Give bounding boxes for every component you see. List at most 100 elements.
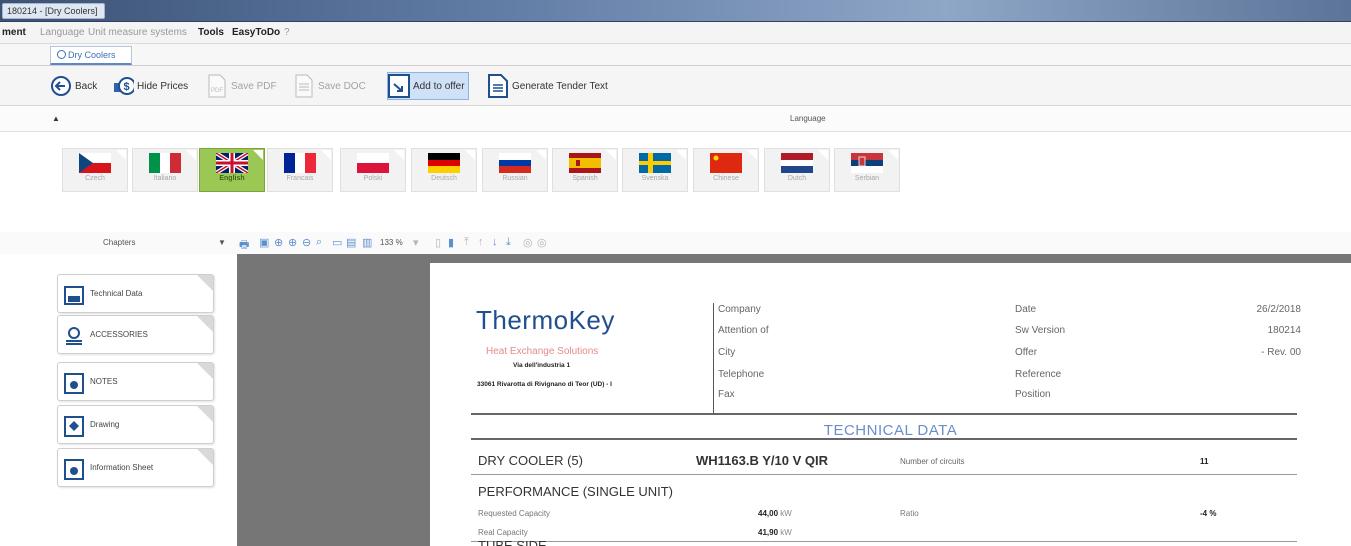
- corner-fold: [394, 150, 404, 160]
- menu-item-tools[interactable]: Tools: [198, 27, 224, 38]
- dry-cooler-model: WH1163.B Y/10 V QIR: [696, 453, 828, 468]
- field-sw-version-value: 180214: [1267, 325, 1301, 336]
- tab-dry-coolers[interactable]: Dry Coolers: [50, 46, 132, 65]
- single-page-icon[interactable]: ▯: [435, 236, 441, 249]
- menu-item-help[interactable]: ?: [284, 27, 290, 38]
- zoom-in-icon[interactable]: ⊕: [288, 236, 297, 249]
- flag-label: Russian: [502, 175, 528, 182]
- flag-button-svenska[interactable]: Svenska: [622, 148, 688, 192]
- back-button[interactable]: Back: [50, 72, 97, 100]
- spain-flag-icon: [569, 153, 601, 173]
- chapter-accessories[interactable]: ACCESSORIES: [57, 315, 214, 354]
- netherlands-flag-icon: [781, 153, 813, 173]
- menu-item-language[interactable]: Language: [40, 27, 85, 38]
- page-width-icon[interactable]: ▭: [332, 236, 342, 249]
- chapters-dropdown-icon[interactable]: ▼: [218, 238, 226, 247]
- doc-file-icon: [293, 73, 315, 99]
- back-history-icon[interactable]: ◎: [523, 236, 533, 249]
- corner-fold: [116, 150, 126, 160]
- chapter-label: Information Sheet: [90, 463, 154, 472]
- china-flag-icon: [710, 153, 742, 173]
- flag-button-chinese[interactable]: Chinese: [693, 148, 759, 192]
- field-company: Company: [718, 304, 761, 315]
- document-viewer[interactable]: ThermoKey Heat Exchange Solutions Via de…: [237, 254, 1351, 546]
- generate-tender-text-button[interactable]: Generate Tender Text: [487, 72, 608, 100]
- chapter-label: ACCESSORIES: [90, 330, 148, 339]
- corner-fold: [676, 150, 686, 160]
- page-fold: [197, 363, 213, 379]
- information-sheet-icon: [64, 458, 84, 480]
- menu-item-unit-measure-systems[interactable]: Unit measure systems: [88, 27, 187, 38]
- print-icon[interactable]: 🖶: [239, 236, 249, 255]
- next-page-icon[interactable]: ↓: [492, 236, 498, 248]
- uk-flag-icon: [216, 153, 248, 173]
- flag-button-english[interactable]: English: [199, 148, 265, 192]
- section-title: TECHNICAL DATA: [823, 422, 958, 439]
- menu-item-easytodo[interactable]: EasyToDo: [232, 27, 280, 38]
- russia-flag-icon: [499, 153, 531, 173]
- select-page-icon[interactable]: ▣: [259, 236, 269, 249]
- row-rule: [471, 541, 1297, 542]
- back-label: Back: [75, 80, 98, 92]
- chapter-information-sheet[interactable]: Information Sheet: [57, 448, 214, 487]
- menu-bar: ment Language Unit measure systems Tools…: [0, 22, 1351, 44]
- flag-button-polski[interactable]: Polski: [340, 148, 406, 192]
- page-fold: [197, 275, 213, 291]
- zoom-level[interactable]: 133 %: [380, 238, 403, 247]
- corner-fold: [536, 150, 546, 160]
- unit-kw: kW: [780, 509, 792, 518]
- forward-history-icon[interactable]: ◎: [537, 236, 547, 249]
- add-to-offer-button[interactable]: Add to offer: [387, 72, 469, 100]
- last-page-icon[interactable]: ⤓: [506, 236, 511, 249]
- whole-page-icon[interactable]: ▤: [346, 236, 356, 249]
- zoom-out-icon[interactable]: ⊖: [302, 236, 311, 249]
- flag-button-spanish[interactable]: Spanish: [552, 148, 618, 192]
- corner-fold: [253, 150, 263, 160]
- company-address-city: 33061 Rivarotta di Rivignano di Teor (UD…: [477, 381, 612, 388]
- field-reference-label: Reference: [1015, 369, 1062, 380]
- flag-button-russian[interactable]: Russian: [482, 148, 548, 192]
- technical-data-icon: [64, 284, 84, 306]
- flag-button-francais[interactable]: Francais: [267, 148, 333, 192]
- sweden-flag-icon: [639, 153, 671, 173]
- performance-title: PERFORMANCE (SINGLE UNIT): [478, 484, 674, 499]
- page-setup-icon[interactable]: ▥: [362, 236, 372, 249]
- flag-label: Serbian: [854, 175, 880, 182]
- save-pdf-button[interactable]: PDF Save PDF: [206, 72, 277, 100]
- flag-button-dutch[interactable]: Dutch: [764, 148, 830, 192]
- section-rule: [471, 438, 1297, 440]
- company-address-street: Via dell'industria 1: [513, 362, 571, 369]
- language-panel-header[interactable]: ▲ Language: [0, 106, 1351, 132]
- save-pdf-label: Save PDF: [231, 80, 277, 92]
- flag-button-deutsch[interactable]: Deutsch: [411, 148, 477, 192]
- multi-page-icon[interactable]: ▮: [448, 236, 454, 249]
- hide-prices-button[interactable]: $ Hide Prices: [112, 72, 188, 100]
- save-doc-button[interactable]: Save DOC: [293, 72, 366, 100]
- chapters-panel: Technical Data ACCESSORIES NOTES Drawing…: [0, 254, 237, 546]
- field-offer-value: - Rev. 00: [1261, 347, 1301, 358]
- zoom-icon[interactable]: ⊕: [274, 236, 283, 249]
- requested-capacity-number: 44,00: [758, 509, 779, 518]
- unit-kw: kW: [780, 528, 792, 537]
- chapter-technical-data[interactable]: Technical Data: [57, 274, 214, 313]
- previous-page-icon[interactable]: ↑: [478, 236, 484, 248]
- chapter-drawing[interactable]: Drawing: [57, 405, 214, 444]
- flag-label: Francais: [286, 175, 314, 182]
- first-page-icon[interactable]: ⤒: [464, 236, 469, 249]
- menu-item-management[interactable]: ment: [2, 27, 26, 38]
- window-title: 180214 - [Dry Coolers]: [2, 3, 105, 19]
- save-doc-label: Save DOC: [318, 80, 366, 92]
- flag-label: Czech: [85, 175, 105, 182]
- chapter-label: Drawing: [90, 420, 120, 429]
- flag-button-serbian[interactable]: Serbian: [834, 148, 900, 192]
- zoom-area-icon[interactable]: ⌕: [316, 236, 322, 249]
- flag-button-italiano[interactable]: Italiano: [132, 148, 198, 192]
- flag-button-czech[interactable]: Czech: [62, 148, 128, 192]
- germany-flag-icon: [428, 153, 460, 173]
- collapse-arrow-icon[interactable]: ▲: [52, 114, 60, 123]
- zoom-dropdown-icon[interactable]: ▾: [413, 236, 419, 249]
- circuits-label: Number of circuits: [900, 457, 965, 466]
- field-sw-version-label: Sw Version: [1015, 325, 1066, 336]
- france-flag-icon: [284, 153, 316, 173]
- chapter-notes[interactable]: NOTES: [57, 362, 214, 401]
